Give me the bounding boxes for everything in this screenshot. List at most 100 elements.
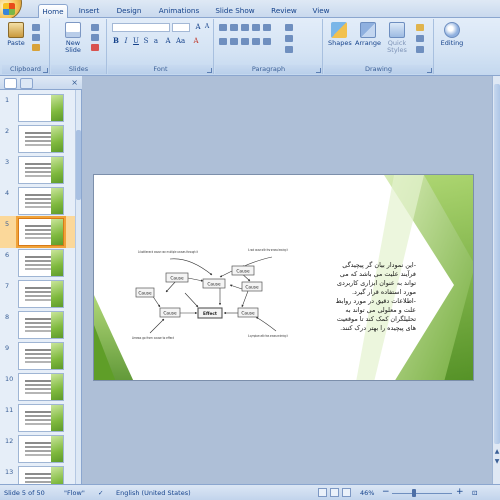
zoom-out-icon[interactable]: − bbox=[382, 487, 390, 497]
text-direction-icon[interactable] bbox=[285, 24, 293, 31]
change-case-button[interactable]: Aa bbox=[176, 37, 185, 45]
slide-sorter-icon[interactable] bbox=[330, 488, 339, 497]
shape-outline-icon[interactable] bbox=[416, 35, 424, 42]
current-slide[interactable]: Cause Cause Cause Cause Cause Cause Caus… bbox=[93, 174, 474, 381]
spelling-icon[interactable]: ✓ bbox=[98, 489, 103, 497]
align-text-icon[interactable] bbox=[285, 35, 293, 42]
quick-styles-button[interactable]: Quick Styles bbox=[386, 22, 408, 54]
clipboard-dialog-launcher[interactable] bbox=[43, 68, 48, 73]
strikethrough-button[interactable]: a bbox=[152, 37, 160, 45]
previous-slide-icon[interactable]: ▲ bbox=[493, 448, 500, 456]
vertical-scroll-thumb[interactable] bbox=[494, 84, 500, 444]
slide-thumbnail-row[interactable]: 9 bbox=[0, 342, 76, 372]
slide-thumbnail[interactable] bbox=[18, 156, 64, 184]
shape-fill-icon[interactable] bbox=[416, 24, 424, 31]
justify-icon[interactable] bbox=[252, 38, 260, 45]
zoom-slider[interactable] bbox=[392, 493, 452, 494]
shrink-font-button[interactable]: A bbox=[203, 23, 211, 31]
cut-icon[interactable] bbox=[32, 24, 40, 31]
slide-thumbnail-row[interactable]: 7 bbox=[0, 280, 76, 310]
zoom-level[interactable]: 46% bbox=[360, 489, 374, 497]
font-name-field[interactable] bbox=[112, 23, 170, 32]
tab-insert[interactable]: Insert bbox=[74, 4, 104, 18]
slide-thumbnail[interactable] bbox=[18, 373, 64, 401]
grow-font-button[interactable]: A bbox=[194, 23, 202, 31]
align-center-icon[interactable] bbox=[230, 38, 238, 45]
slide-thumbnail[interactable] bbox=[18, 311, 64, 339]
format-painter-icon[interactable] bbox=[32, 44, 40, 51]
slide-thumbnail[interactable] bbox=[18, 94, 64, 122]
slide-thumbnail-row[interactable]: 11 bbox=[0, 404, 76, 434]
convert-smartart-icon[interactable] bbox=[285, 46, 293, 53]
tab-view[interactable]: View bbox=[307, 4, 335, 18]
slide-thumbnail[interactable] bbox=[18, 187, 64, 215]
shape-effects-icon[interactable] bbox=[416, 46, 424, 53]
delete-slide-icon[interactable] bbox=[91, 44, 99, 51]
font-dialog-launcher[interactable] bbox=[207, 68, 212, 73]
slide-thumbnail-row[interactable]: 8 bbox=[0, 311, 76, 341]
new-slide-button[interactable]: New Slide bbox=[60, 22, 86, 54]
close-pane-icon[interactable]: × bbox=[71, 78, 78, 87]
slide-thumbnail-row[interactable]: 10 bbox=[0, 373, 76, 403]
italic-button[interactable]: I bbox=[122, 37, 130, 45]
slide-thumbnail-row[interactable]: 5 bbox=[0, 216, 76, 248]
paragraph-dialog-launcher[interactable] bbox=[316, 68, 321, 73]
tab-review[interactable]: Review bbox=[267, 4, 301, 18]
slide-thumbnail[interactable] bbox=[18, 280, 64, 308]
slide-thumbnail-number: 9 bbox=[5, 344, 10, 352]
slide-show-icon[interactable] bbox=[342, 488, 351, 497]
outline-tab[interactable] bbox=[20, 78, 33, 89]
shapes-button[interactable]: Shapes bbox=[328, 22, 352, 47]
numbering-icon[interactable] bbox=[230, 24, 238, 31]
slide-thumbnail[interactable] bbox=[18, 404, 64, 432]
slide-thumbnail-row[interactable]: 6 bbox=[0, 249, 76, 279]
slide-thumbnail[interactable] bbox=[18, 125, 64, 153]
columns-icon[interactable] bbox=[263, 38, 271, 45]
slide-thumbnail-row[interactable]: 12 bbox=[0, 435, 76, 465]
slides-pane-scrollbar[interactable] bbox=[75, 90, 81, 484]
slide-vertical-scrollbar[interactable]: ▲ ▼ bbox=[492, 76, 500, 484]
increase-indent-icon[interactable] bbox=[252, 24, 260, 31]
slide-thumbnail-row[interactable]: 1 bbox=[0, 94, 76, 124]
copy-icon[interactable] bbox=[32, 34, 40, 41]
slides-pane-scroll-thumb[interactable] bbox=[76, 130, 81, 200]
language-indicator[interactable]: English (United States) bbox=[116, 489, 191, 497]
align-left-icon[interactable] bbox=[219, 38, 227, 45]
slide-thumbnail[interactable] bbox=[18, 249, 64, 277]
slide-thumbnail-number: 1 bbox=[5, 96, 10, 104]
paste-button[interactable]: Paste bbox=[5, 22, 27, 47]
reset-icon[interactable] bbox=[91, 34, 99, 41]
align-right-icon[interactable] bbox=[241, 38, 249, 45]
slide-thumbnail-row[interactable]: 4 bbox=[0, 187, 76, 217]
underline-button[interactable]: U bbox=[132, 37, 140, 45]
tab-animations[interactable]: Animations bbox=[155, 4, 203, 18]
bullets-icon[interactable] bbox=[219, 24, 227, 31]
zoom-in-icon[interactable]: + bbox=[456, 487, 464, 497]
shadow-button[interactable]: S bbox=[142, 37, 150, 45]
tab-design[interactable]: Design bbox=[112, 4, 146, 18]
tab-home[interactable]: Home bbox=[38, 4, 68, 19]
office-button[interactable] bbox=[0, 0, 22, 20]
slide-thumbnail[interactable] bbox=[18, 435, 64, 463]
arrange-button[interactable]: Arrange bbox=[354, 22, 382, 47]
slide-thumbnail[interactable] bbox=[18, 342, 64, 370]
line-spacing-icon[interactable] bbox=[263, 24, 271, 31]
slide-thumbnail-row[interactable]: 2 bbox=[0, 125, 76, 155]
bold-button[interactable]: B bbox=[112, 37, 120, 45]
slide-thumbnail-row[interactable]: 3 bbox=[0, 156, 76, 186]
next-slide-icon[interactable]: ▼ bbox=[493, 458, 500, 466]
decrease-indent-icon[interactable] bbox=[241, 24, 249, 31]
layout-icon[interactable] bbox=[91, 24, 99, 31]
normal-view-icon[interactable] bbox=[318, 488, 327, 497]
tab-slide-show[interactable]: Slide Show bbox=[213, 4, 257, 18]
slide-body-text[interactable]: -این نمودار بیان گر پیچیدگی فرآیند علیت … bbox=[326, 261, 416, 333]
fit-to-window-icon[interactable]: ⊡ bbox=[472, 489, 477, 497]
drawing-dialog-launcher[interactable] bbox=[427, 68, 432, 73]
slide-thumbnail[interactable] bbox=[16, 216, 66, 248]
editing-button[interactable]: Editing bbox=[438, 22, 466, 47]
slides-tab[interactable] bbox=[4, 78, 17, 89]
font-color-button[interactable]: A bbox=[192, 37, 200, 45]
character-spacing-button[interactable]: A bbox=[164, 37, 172, 45]
font-size-field[interactable] bbox=[172, 23, 190, 32]
zoom-slider-knob[interactable] bbox=[412, 489, 416, 497]
